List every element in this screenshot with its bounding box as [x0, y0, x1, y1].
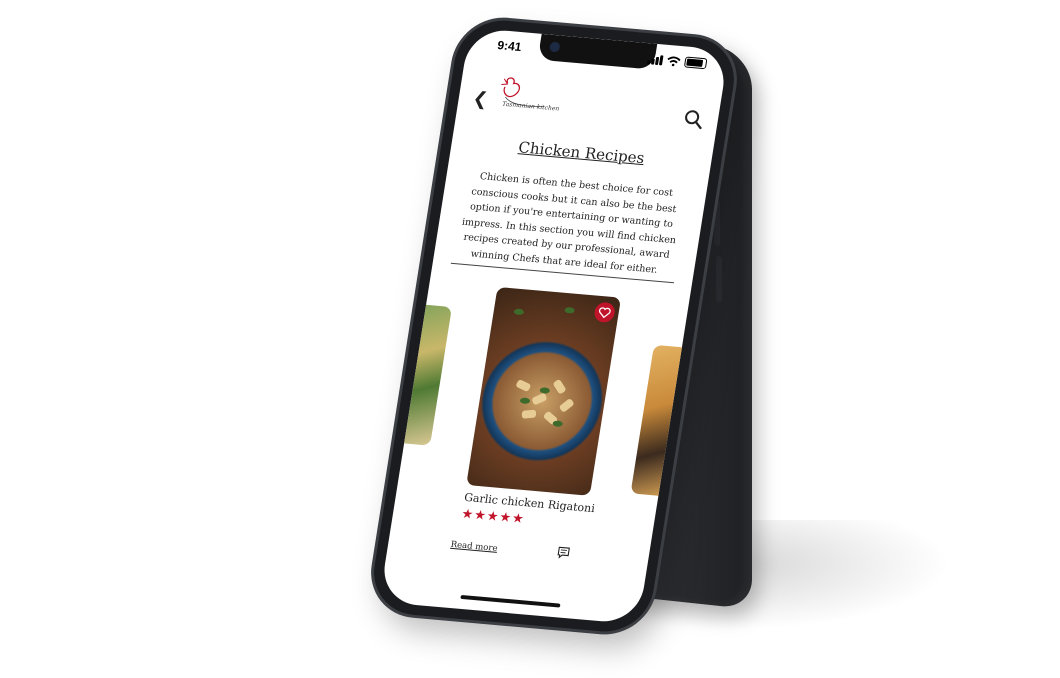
intro-text: Chicken is often the best choice for cos…: [461, 171, 678, 276]
signal-icon: [646, 54, 664, 66]
search-icon[interactable]: [682, 109, 705, 131]
app-header: ❮ Tasmanian kitchen: [466, 72, 708, 138]
wifi-icon: [667, 56, 681, 67]
notch: [537, 33, 658, 70]
camera-icon: [548, 41, 561, 53]
side-button: [714, 199, 720, 247]
status-time: 9:41: [496, 38, 523, 55]
favorite-button[interactable]: [593, 301, 617, 324]
logo[interactable]: [489, 74, 551, 118]
read-more-link[interactable]: Read more: [450, 540, 498, 554]
recipe-card-previous[interactable]: [390, 303, 452, 446]
side-button: [716, 255, 722, 303]
home-indicator[interactable]: [460, 594, 561, 608]
status-icons: [646, 53, 708, 70]
phone-mockup-scene: 9:41 ❮ Tasmanian kitchen Chicken Recipes…: [0, 0, 1060, 678]
battery-icon: [683, 56, 708, 70]
chevron-left-icon[interactable]: ❮: [471, 88, 489, 110]
heart-icon: [598, 306, 611, 318]
recipe-card-featured[interactable]: [466, 286, 622, 496]
rating-stars: ★★★★★: [460, 506, 526, 528]
comment-icon[interactable]: [555, 545, 571, 560]
page-title: Chicken Recipes: [517, 138, 646, 168]
